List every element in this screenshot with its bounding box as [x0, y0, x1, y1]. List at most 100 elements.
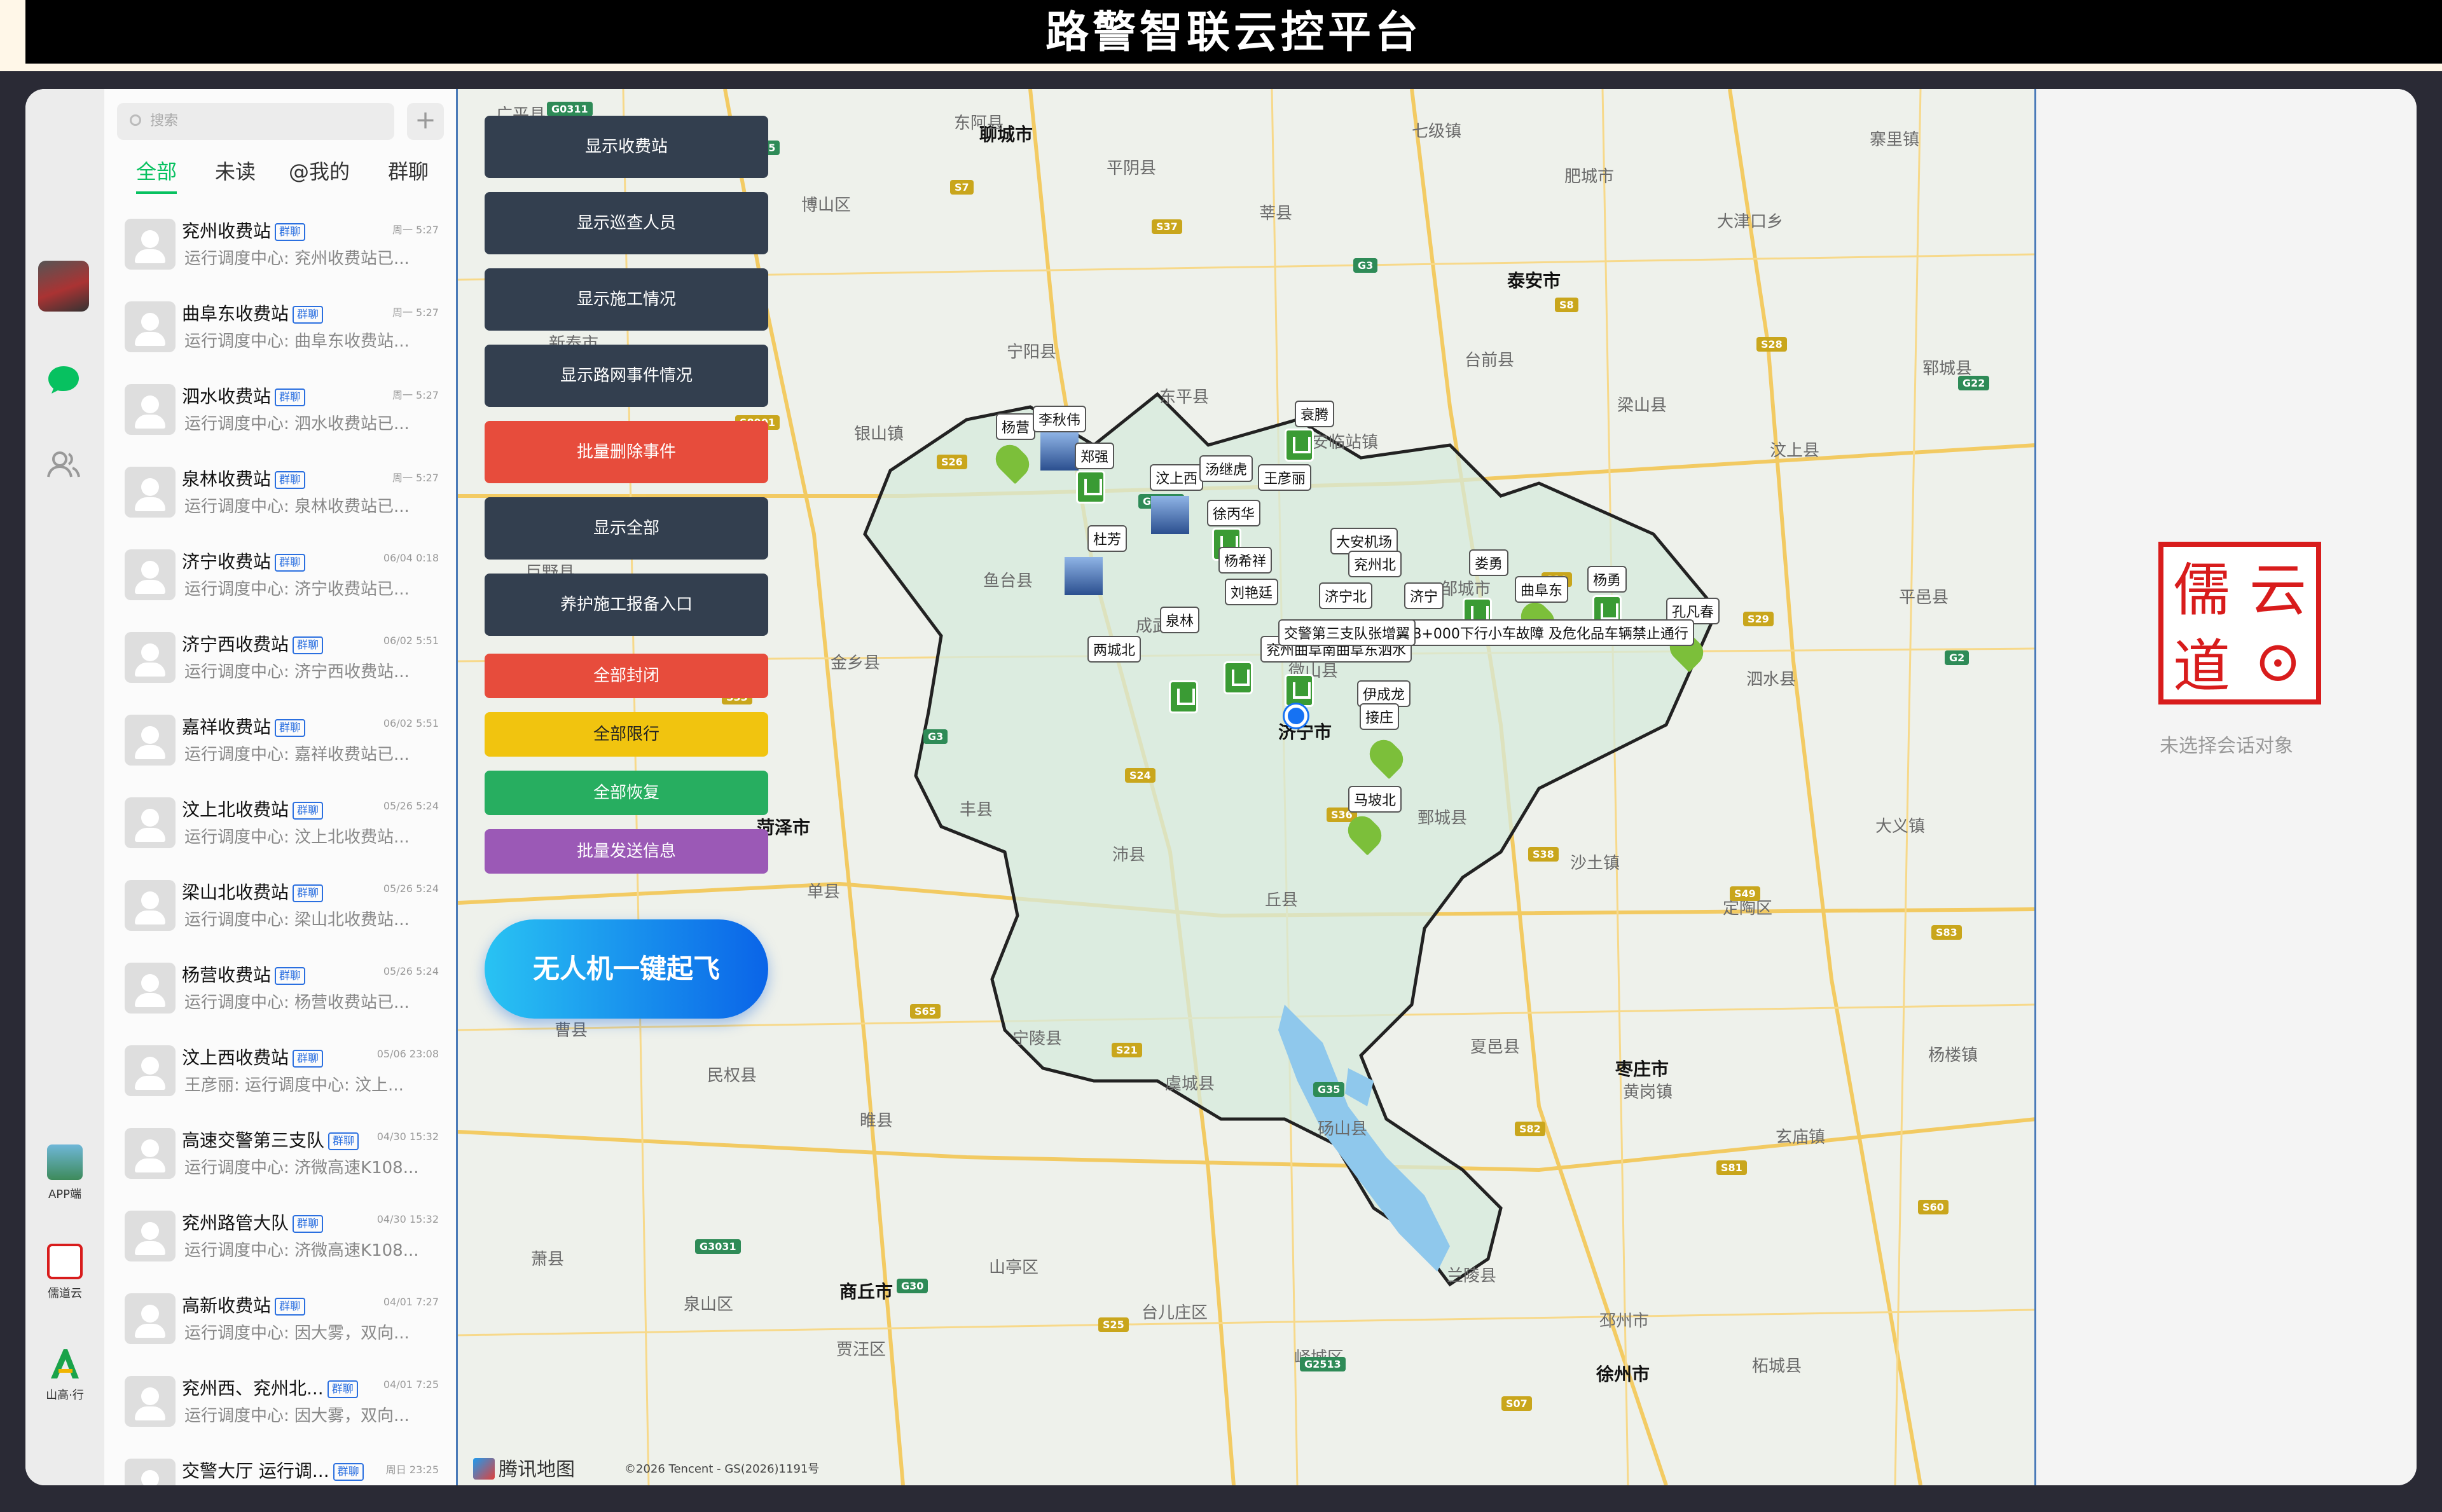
tab-mentions[interactable]: @我的: [289, 156, 350, 185]
map-control-button[interactable]: 全部限行: [485, 712, 768, 757]
user-avatar[interactable]: [38, 261, 89, 312]
map-marker-tag[interactable]: 曲阜东: [1515, 576, 1569, 603]
map-marker-tag[interactable]: 交警第三支队张增翼: [1278, 619, 1416, 646]
map-marker-tag[interactable]: 泉林: [1160, 607, 1200, 633]
station-marker[interactable]: [1285, 674, 1314, 707]
add-button[interactable]: +: [407, 103, 444, 140]
group-badge: 群聊: [275, 967, 306, 985]
chat-list-item[interactable]: 曲阜东收费站 群聊 周一 5:27 运行调度中心: 曲阜东收费站...: [104, 290, 456, 373]
officer-photo[interactable]: [1040, 432, 1079, 471]
logo-char: ⊙: [2254, 628, 2302, 695]
chat-list-item[interactable]: 高新收费站 群聊 04/01 7:27 运行调度中心: 因大雾，双向...: [104, 1282, 456, 1364]
highway-shield: S07: [1501, 1396, 1532, 1411]
map-marker-tag[interactable]: 李秋伟: [1033, 406, 1087, 432]
chat-list-item[interactable]: 兖州西、兖州北... 群聊 04/01 7:25 运行调度中心: 因大雾，双向...: [104, 1364, 456, 1447]
highway-shield: G35: [1313, 1082, 1345, 1097]
map-marker-tag[interactable]: 济宁: [1404, 582, 1444, 609]
map-marker-tag[interactable]: 马坡北: [1348, 786, 1402, 813]
group-avatar-icon: [125, 219, 176, 270]
place-label: 寨里镇: [1870, 130, 1920, 149]
chat-preview: 运行调度中心: 泉林收费站已...: [184, 497, 410, 516]
map-marker-tag[interactable]: 杨勇: [1587, 566, 1627, 593]
chat-list-item[interactable]: 泗水收费站 群聊 周一 5:27 运行调度中心: 泗水收费站已...: [104, 373, 456, 455]
map-marker-tag[interactable]: 汤继虎: [1199, 455, 1253, 482]
chat-list-item[interactable]: 汶上北收费站 群聊 05/26 5:24 运行调度中心: 汶上北收费站...: [104, 786, 456, 869]
chat-list-item[interactable]: 济宁西收费站 群聊 06/02 5:51 运行调度中心: 济宁西收费站...: [104, 621, 456, 703]
map-marker-tag[interactable]: 杨希祥: [1218, 547, 1273, 574]
map-marker-tag[interactable]: 郑强: [1075, 443, 1115, 469]
map-control-button[interactable]: 全部封闭: [485, 654, 768, 698]
chat-list-item[interactable]: 济宁收费站 群聊 06/04 0:18 运行调度中心: 济宁收费站已...: [104, 538, 456, 621]
map-marker-tag[interactable]: 王彦丽: [1258, 464, 1312, 491]
place-label: 沙土镇: [1570, 854, 1620, 873]
city-label: 徐州市: [1596, 1364, 1650, 1385]
station-marker[interactable]: [1224, 661, 1253, 694]
chat-preview: 运行调度中心: 济宁收费站已...: [184, 580, 410, 599]
map-marker-tag[interactable]: 娄勇: [1469, 549, 1509, 576]
place-label: 泗水县: [1746, 670, 1797, 689]
chat-list-item[interactable]: 嘉祥收费站 群聊 06/02 5:51 运行调度中心: 嘉祥收费站已...: [104, 703, 456, 786]
contacts-icon[interactable]: [46, 446, 81, 482]
map-control-button[interactable]: 显示收费站: [485, 116, 768, 178]
chat-list-item[interactable]: 汶上西收费站 群聊 05/06 23:08 王彦丽: 运行调度中心: 汶上...: [104, 1034, 456, 1117]
station-marker[interactable]: [1285, 429, 1314, 462]
chat-list-item[interactable]: 兖州收费站 群聊 周一 5:27 运行调度中心: 兖州收费站已...: [104, 207, 456, 290]
place-label: 邳州市: [1599, 1312, 1650, 1331]
map-control-button[interactable]: 养护施工报备入口: [485, 574, 768, 636]
group-badge: 群聊: [333, 1463, 364, 1481]
tab-unread[interactable]: 未读: [215, 156, 256, 185]
place-label: 银山镇: [854, 425, 904, 444]
map-control-button[interactable]: 全部恢复: [485, 771, 768, 815]
logo-char: 云: [2249, 557, 2307, 624]
group-badge: 群聊: [328, 1132, 359, 1150]
map-marker-tag[interactable]: 徐丙华: [1207, 500, 1261, 526]
chat-list-item[interactable]: 兖州路管大队 群聊 04/30 15:32 运行调度中心: 济微高速K108...: [104, 1199, 456, 1282]
map-marker-tag[interactable]: 杜芳: [1087, 525, 1128, 552]
place-label: 肥城市: [1564, 167, 1615, 186]
chat-name: 兖州西、兖州北... 群聊: [182, 1375, 358, 1400]
chat-name-text: 嘉祥收费站: [182, 717, 272, 738]
officer-photo[interactable]: [1151, 496, 1189, 534]
chat-time: 05/26 5:24: [383, 800, 439, 812]
chat-list-item[interactable]: 梁山北收费站 群聊 05/26 5:24 运行调度中心: 梁山北收费站...: [104, 869, 456, 951]
map-marker-tag[interactable]: 刘艳廷: [1225, 579, 1279, 605]
map-marker-tag[interactable]: 汶上西: [1150, 464, 1204, 491]
station-marker[interactable]: [1169, 680, 1198, 713]
chat-list-item[interactable]: 高速交警第三支队 群聊 04/30 15:32 运行调度中心: 济微高速K108...: [104, 1117, 456, 1199]
place-label: 宁阳县: [1007, 343, 1057, 362]
rudaoyun-entry[interactable]: 儒道云: [32, 1244, 98, 1301]
place-label: 曹县: [555, 1021, 588, 1040]
chat-name-text: 汶上北收费站: [182, 799, 289, 820]
tab-groups[interactable]: 群聊: [388, 156, 429, 185]
map-control-button[interactable]: 显示路网事件情况: [485, 345, 768, 407]
chat-icon[interactable]: [46, 361, 81, 397]
map-view[interactable]: 聊城市泰安市濮阳市菏泽市济宁市枣庄市商丘市徐州市广平县冠县博山区东阿县平阴县莘县…: [458, 89, 2036, 1485]
chat-time: 06/02 5:51: [383, 717, 439, 729]
station-marker[interactable]: [1076, 471, 1105, 504]
chat-list-item[interactable]: 交警大厅 运行调... 群聊 周日 23:25: [104, 1447, 456, 1485]
map-marker-tag[interactable]: 衰腾: [1295, 401, 1335, 427]
map-marker-tag[interactable]: 杨营: [996, 413, 1036, 440]
shangaoxing-entry[interactable]: 山高·行: [32, 1345, 98, 1403]
map-control-button[interactable]: 显示全部: [485, 497, 768, 560]
map-marker-tag[interactable]: 两城北: [1087, 636, 1142, 663]
chat-preview: 运行调度中心: 因大雾，双向...: [184, 1406, 410, 1426]
group-avatar-icon: [125, 797, 176, 848]
map-control-button[interactable]: 显示施工情况: [485, 268, 768, 331]
tab-all[interactable]: 全部: [136, 156, 177, 194]
map-control-button[interactable]: 批量删除事件: [485, 421, 768, 483]
highway-shield: G3: [923, 729, 948, 744]
drone-launch-button[interactable]: 无人机一键起飞: [485, 919, 768, 1019]
map-marker-tag[interactable]: 兖州北: [1348, 551, 1402, 577]
search-input[interactable]: 搜索: [117, 103, 394, 140]
chat-time: 周一 5:27: [392, 224, 439, 236]
map-marker-tag[interactable]: 接庄: [1360, 703, 1400, 730]
app-entry[interactable]: APP端: [32, 1144, 98, 1202]
officer-photo[interactable]: [1065, 557, 1103, 595]
chat-list-item[interactable]: 杨营收费站 群聊 05/26 5:24 运行调度中心: 杨营收费站已...: [104, 951, 456, 1034]
chat-list-item[interactable]: 泉林收费站 群聊 周一 5:27 运行调度中心: 泉林收费站已...: [104, 455, 456, 538]
map-marker-tag[interactable]: 济宁北: [1319, 582, 1373, 609]
map-control-button[interactable]: 批量发送信息: [485, 829, 768, 874]
highway-shield: G2513: [1300, 1357, 1346, 1371]
map-control-button[interactable]: 显示巡查人员: [485, 192, 768, 254]
